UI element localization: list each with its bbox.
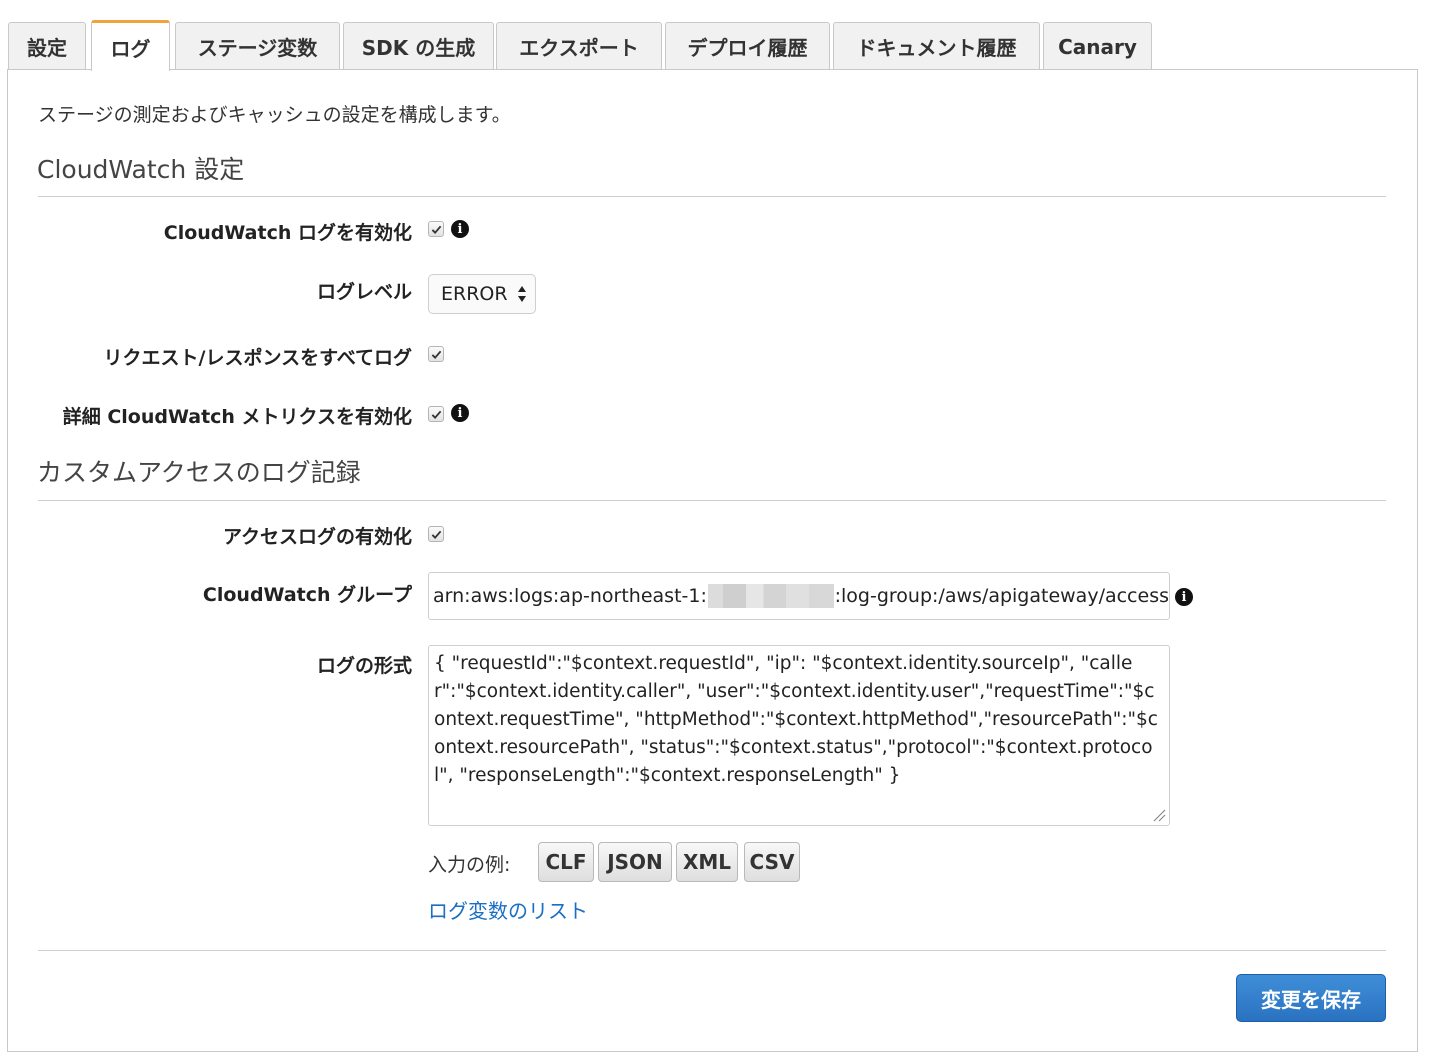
detailed-metrics-checkbox[interactable] bbox=[428, 406, 444, 422]
tab-stage-variables[interactable]: ステージ変数 bbox=[175, 22, 340, 70]
checkmark-icon bbox=[431, 410, 441, 419]
group-arn-prefix: arn:aws:logs:ap-northeast-1: bbox=[433, 585, 707, 607]
enable-access-logging-checkbox[interactable] bbox=[428, 526, 444, 542]
section-divider bbox=[38, 196, 1386, 197]
checkmark-icon bbox=[431, 225, 441, 234]
log-format-label: ログの形式 bbox=[316, 655, 412, 677]
enable-cloudwatch-logs-label: CloudWatch ログを有効化 bbox=[163, 222, 412, 244]
enable-cloudwatch-logs-checkbox[interactable] bbox=[428, 221, 444, 237]
access-logging-section-title: カスタムアクセスのログ記録 bbox=[37, 458, 361, 487]
cloudwatch-group-label: CloudWatch グループ bbox=[202, 584, 412, 606]
page-description: ステージの測定およびキャッシュの設定を構成します。 bbox=[38, 104, 511, 126]
redacted-account-id bbox=[707, 584, 834, 608]
log-full-requests-checkbox[interactable] bbox=[428, 346, 444, 362]
section-divider bbox=[38, 500, 1386, 501]
checkmark-icon bbox=[431, 350, 441, 359]
cloudwatch-section-title: CloudWatch 設定 bbox=[37, 155, 245, 184]
info-icon[interactable]: i bbox=[451, 220, 469, 238]
tab-export[interactable]: エクスポート bbox=[496, 22, 662, 70]
detailed-metrics-label: 詳細 CloudWatch メトリクスを有効化 bbox=[62, 406, 412, 428]
info-icon[interactable]: i bbox=[451, 404, 469, 422]
enable-access-logging-label: アクセスログの有効化 bbox=[222, 526, 412, 548]
tab-settings[interactable]: 設定 bbox=[8, 22, 86, 70]
log-level-value: ERROR bbox=[441, 283, 508, 305]
tab-canary[interactable]: Canary bbox=[1043, 22, 1152, 70]
log-level-label: ログレベル bbox=[316, 281, 412, 303]
save-changes-button[interactable]: 変更を保存 bbox=[1236, 974, 1386, 1022]
example-xml-button[interactable]: XML bbox=[676, 842, 738, 882]
logs-panel bbox=[7, 69, 1418, 1052]
resize-handle-icon[interactable] bbox=[1152, 808, 1166, 822]
example-csv-button[interactable]: CSV bbox=[744, 842, 800, 882]
log-level-select[interactable]: ERROR bbox=[428, 274, 536, 314]
select-arrows-icon bbox=[518, 286, 526, 302]
tab-logs[interactable]: ログ bbox=[91, 20, 170, 71]
tab-bar: 設定 ログ ステージ変数 SDK の生成 エクスポート デプロイ履歴 ドキュメン… bbox=[8, 20, 1420, 71]
info-icon[interactable]: i bbox=[1175, 588, 1193, 606]
tab-documentation-history[interactable]: ドキュメント履歴 bbox=[833, 22, 1040, 70]
checkmark-icon bbox=[431, 530, 441, 539]
tab-sdk-generation[interactable]: SDK の生成 bbox=[343, 22, 494, 70]
log-format-textarea[interactable]: { "requestId":"$context.requestId", "ip"… bbox=[428, 645, 1170, 826]
footer-divider bbox=[38, 950, 1386, 951]
example-clf-button[interactable]: CLF bbox=[538, 842, 594, 882]
example-json-button[interactable]: JSON bbox=[598, 842, 672, 882]
log-variables-link[interactable]: ログ変数のリスト bbox=[428, 895, 588, 924]
group-arn-suffix: :log-group:/aws/apigateway/access bbox=[834, 585, 1169, 607]
examples-label: 入力の例: bbox=[428, 854, 511, 876]
cloudwatch-group-input[interactable]: arn:aws:logs:ap-northeast-1: :log-group:… bbox=[428, 572, 1170, 620]
tab-deployment-history[interactable]: デプロイ履歴 bbox=[665, 22, 830, 70]
log-full-requests-label: リクエスト/レスポンスをすべてログ bbox=[103, 347, 412, 369]
